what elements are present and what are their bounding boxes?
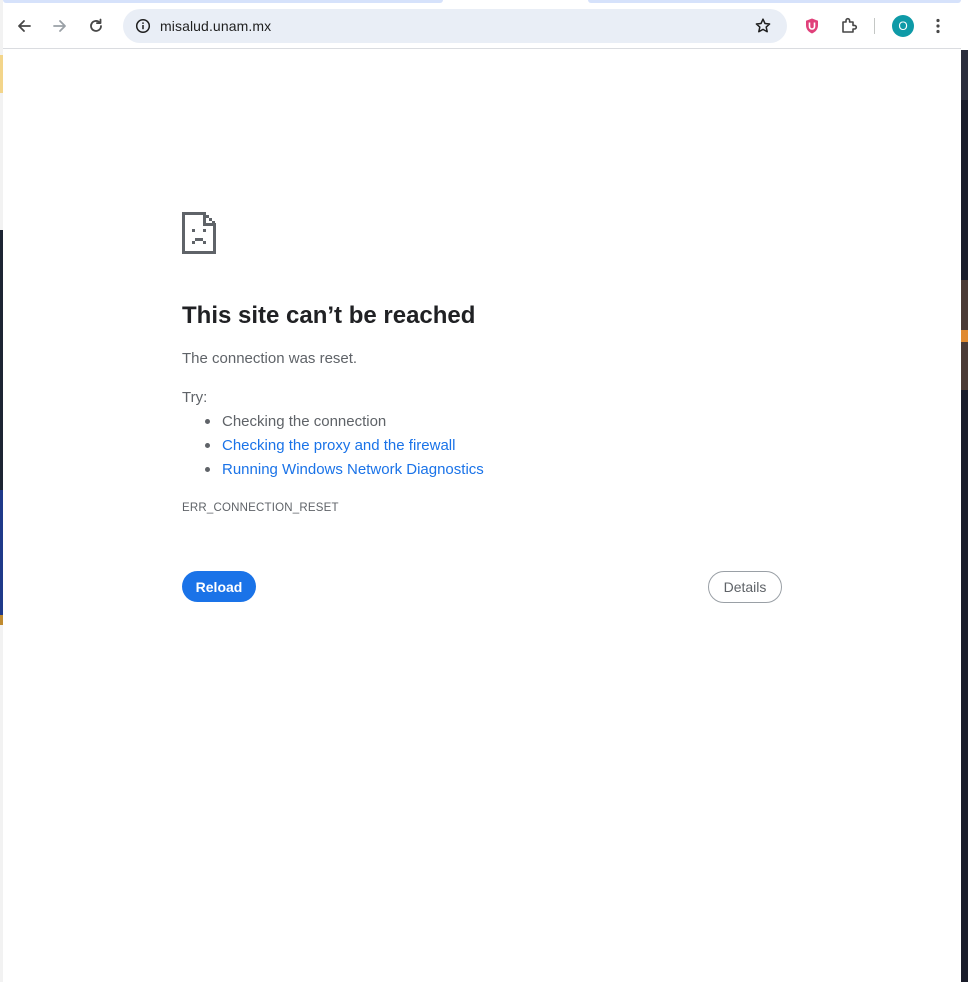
suggestion-text: Checking the connection [222, 413, 387, 430]
kebab-menu-icon [936, 18, 940, 34]
error-title: This site can’t be reached [182, 302, 476, 329]
arrow-right-icon [53, 20, 66, 32]
bookmark-button[interactable] [751, 14, 775, 38]
shield-extension-icon [806, 18, 818, 34]
puzzle-icon [842, 17, 858, 33]
network-diagnostics-link[interactable]: Running Windows Network Diagnostics [222, 461, 484, 478]
url-text[interactable]: misalud.unam.mx [160, 18, 271, 34]
error-code: ERR_CONNECTION_RESET [182, 502, 339, 514]
star-icon [755, 18, 771, 33]
arrow-left-icon [18, 20, 31, 32]
suggestion-check-proxy-firewall: Checking the proxy and the firewall [182, 436, 484, 460]
error-description: The connection was reset. [182, 350, 358, 367]
details-button[interactable]: Details [708, 571, 782, 603]
reload-icon [90, 18, 102, 32]
try-label: Try: [182, 389, 208, 406]
desktop-fragment [961, 330, 968, 342]
suggestion-check-connection: Checking the connection [182, 412, 484, 436]
tab[interactable] [588, 0, 961, 3]
browser-toolbar: misalud.unam.mx O [3, 4, 961, 49]
address-bar[interactable]: misalud.unam.mx [123, 9, 787, 43]
back-button[interactable] [8, 10, 40, 42]
forward-button[interactable] [44, 10, 76, 42]
desktop-fragment [961, 50, 968, 100]
site-info-button[interactable] [131, 14, 155, 38]
suggestions-list: Checking the connection Checking the pro… [182, 412, 484, 484]
proxy-firewall-link[interactable]: Checking the proxy and the firewall [222, 437, 455, 454]
browser-menu-button[interactable] [922, 10, 954, 42]
reload-page-button[interactable] [80, 10, 112, 42]
suggestion-network-diagnostics: Running Windows Network Diagnostics [182, 460, 484, 484]
extension-shield-button[interactable] [796, 10, 828, 42]
desktop-background-right [961, 50, 968, 982]
toolbar-separator [874, 18, 875, 34]
browser-window: misalud.unam.mx O This site can’t be rea… [3, 0, 961, 982]
reload-button[interactable]: Reload [182, 571, 256, 602]
profile-avatar[interactable]: O [892, 15, 914, 37]
tab[interactable] [3, 0, 443, 3]
sad-page-icon [182, 212, 216, 254]
info-icon [135, 18, 151, 34]
extensions-button[interactable] [833, 10, 865, 42]
